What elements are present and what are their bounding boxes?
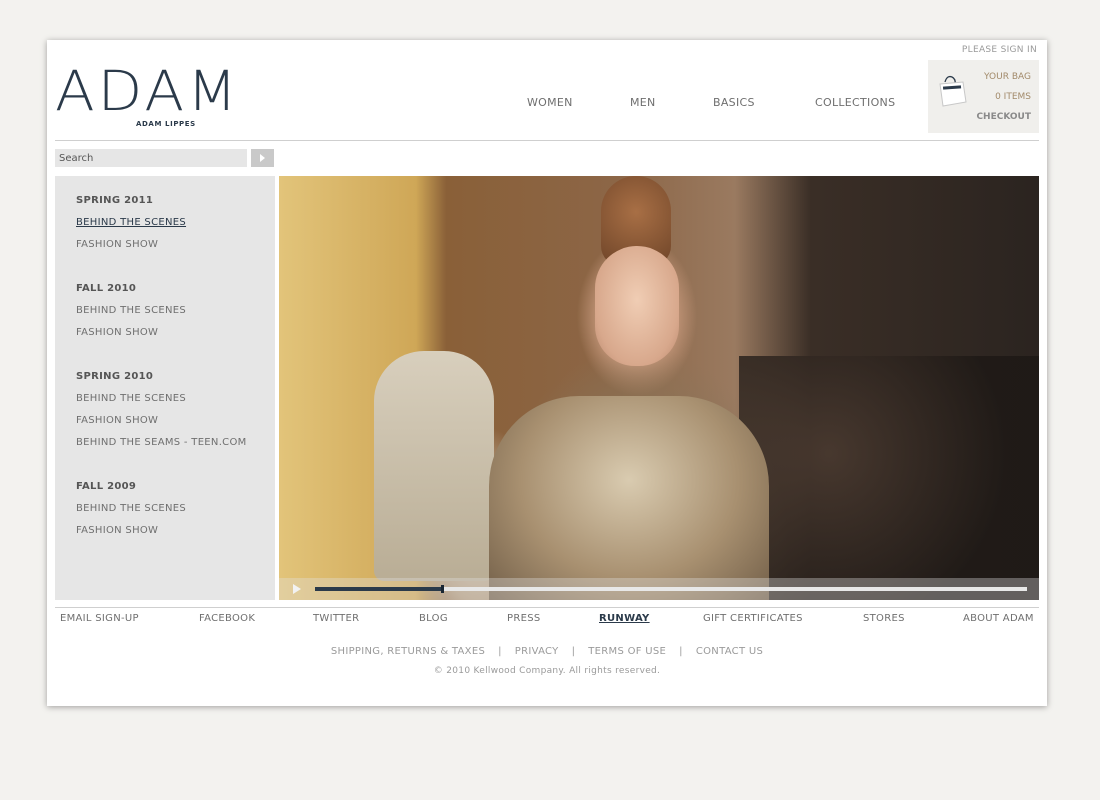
nav-item-collections[interactable]: COLLECTIONS <box>815 96 895 109</box>
video-progress-track[interactable] <box>315 585 1027 593</box>
footer-link-stores[interactable]: STORES <box>863 613 905 624</box>
footer-link-twitter[interactable]: TWITTER <box>313 613 359 624</box>
sidebar-item-fashion-show[interactable]: FASHION SHOW <box>76 239 158 250</box>
page-container: PLEASE SIGN IN ADAM ADAM LIPPES WOMEN ME… <box>47 40 1047 706</box>
footer-link-about-adam[interactable]: ABOUT ADAM <box>963 613 1034 624</box>
season-heading[interactable]: FALL 2010 <box>76 283 136 294</box>
season-heading[interactable]: FALL 2009 <box>76 481 136 492</box>
footer-link-facebook[interactable]: FACEBOOK <box>199 613 255 624</box>
play-icon[interactable] <box>293 584 301 594</box>
shopping-bag-panel[interactable]: YOUR BAG 0 ITEMS CHECKOUT <box>928 60 1039 133</box>
runway-sidebar: SPRING 2011 BEHIND THE SCENES FASHION SH… <box>55 176 275 600</box>
video-frame-audience <box>739 356 1039 600</box>
legal-link-contact[interactable]: CONTACT US <box>696 646 763 657</box>
season-heading[interactable]: SPRING 2011 <box>76 195 153 206</box>
video-controls <box>279 578 1039 600</box>
footer-link-gift-certificates[interactable]: GIFT CERTIFICATES <box>703 613 803 624</box>
video-progress-fill <box>315 587 444 591</box>
video-frame-face <box>595 246 679 366</box>
footer-link-press[interactable]: PRESS <box>507 613 541 624</box>
logo[interactable]: ADAM ADAM LIPPES <box>55 62 275 132</box>
search-submit-button[interactable] <box>251 149 274 167</box>
sidebar-item-behind-the-scenes[interactable]: BEHIND THE SCENES <box>76 217 186 228</box>
shopping-bag-icon <box>939 75 967 107</box>
footer-divider <box>55 607 1039 608</box>
logo-wordmark: ADAM <box>55 58 241 124</box>
sidebar-item-fashion-show[interactable]: FASHION SHOW <box>76 415 158 426</box>
footer-link-blog[interactable]: BLOG <box>419 613 448 624</box>
video-frame-model-dress <box>489 396 769 600</box>
footer-link-email-signup[interactable]: EMAIL SIGN-UP <box>60 613 139 624</box>
logo-subtitle: ADAM LIPPES <box>136 120 196 128</box>
separator: | <box>679 646 683 657</box>
nav-item-basics[interactable]: BASICS <box>713 96 755 109</box>
separator: | <box>498 646 502 657</box>
sidebar-item-fashion-show[interactable]: FASHION SHOW <box>76 525 158 536</box>
legal-link-privacy[interactable]: PRIVACY <box>515 646 559 657</box>
checkout-link[interactable]: CHECKOUT <box>976 112 1031 122</box>
sign-in-link[interactable]: PLEASE SIGN IN <box>962 45 1037 55</box>
bag-label: YOUR BAG <box>984 72 1031 82</box>
video-progress-handle[interactable] <box>441 585 445 593</box>
sidebar-item-behind-the-scenes[interactable]: BEHIND THE SCENES <box>76 393 186 404</box>
sidebar-item-fashion-show[interactable]: FASHION SHOW <box>76 327 158 338</box>
bag-item-count: 0 ITEMS <box>995 92 1031 102</box>
nav-item-men[interactable]: MEN <box>630 96 656 109</box>
legal-link-terms[interactable]: TERMS OF USE <box>588 646 666 657</box>
copyright: © 2010 Kellwood Company. All rights rese… <box>433 666 661 676</box>
footer-link-runway[interactable]: RUNWAY <box>599 613 650 624</box>
legal-links: SHIPPING, RETURNS & TAXES | PRIVACY | TERMS … <box>47 646 1047 657</box>
season-heading[interactable]: SPRING 2010 <box>76 371 153 382</box>
sidebar-item-behind-the-scenes[interactable]: BEHIND THE SCENES <box>76 305 186 316</box>
sidebar-item-behind-the-seams[interactable]: BEHIND THE SEAMS - TEEN.COM <box>76 437 247 448</box>
legal-link-shipping[interactable]: SHIPPING, RETURNS & TAXES <box>331 646 485 657</box>
header-divider <box>55 140 1039 141</box>
nav-item-women[interactable]: WOMEN <box>527 96 573 109</box>
separator: | <box>571 646 576 657</box>
search-input[interactable] <box>55 149 247 167</box>
runway-video-player[interactable] <box>279 176 1039 600</box>
video-frame-model-back <box>374 351 494 581</box>
sidebar-item-behind-the-scenes[interactable]: BEHIND THE SCENES <box>76 503 186 514</box>
